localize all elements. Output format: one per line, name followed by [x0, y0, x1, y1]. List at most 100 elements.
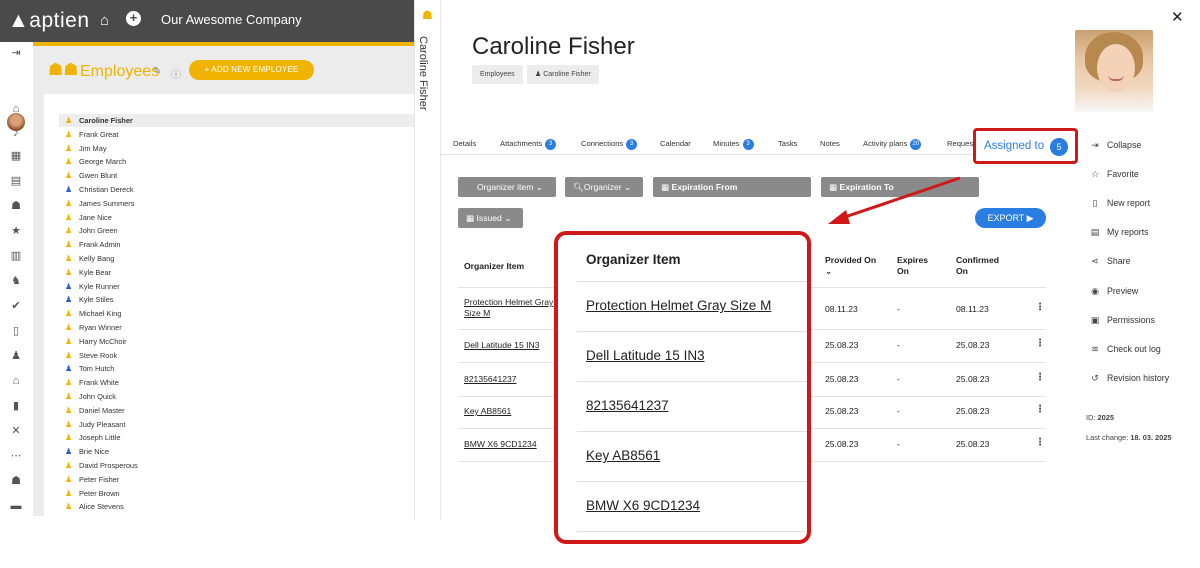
tab-calendar[interactable]: Calendar [660, 139, 691, 148]
menu-permissions[interactable]: ▣ Permissions [1089, 313, 1155, 327]
list-item[interactable]: ♟ Alice Stevens [59, 500, 414, 513]
list-item[interactable]: ♟ Harry McChoir [59, 335, 414, 348]
list-item[interactable]: ♟ John Green [59, 224, 414, 237]
menu-favorite[interactable]: ☆ Favorite [1089, 167, 1139, 181]
team-icon[interactable]: ☗ [9, 474, 23, 488]
tab-attachments[interactable]: Attachments 3 [500, 139, 557, 150]
menu-revision-history[interactable]: ↺ Revision history [1089, 371, 1169, 385]
menu-preview[interactable]: ◉ Preview [1089, 284, 1138, 298]
organizer-item-filter[interactable]: Organizer item ⌄ [458, 177, 556, 197]
row-menu-icon[interactable]: ⋮ [1035, 372, 1045, 383]
table-cell-item[interactable]: BMW X6 9CD1234 [464, 439, 537, 450]
bell-icon[interactable]: ♪ [9, 126, 23, 140]
row-menu-icon[interactable]: ⋮ [1035, 338, 1045, 349]
list-item[interactable]: ♟ Frank Admin [59, 238, 414, 251]
zoom-item[interactable]: Dell Latitude 15 IN3 [586, 348, 705, 363]
list-item[interactable]: ♟ Kyle Runner [59, 280, 414, 293]
app-logo[interactable]: ▲aptien [8, 9, 90, 33]
list-item[interactable]: ♟ David Prosperous [59, 459, 414, 472]
tab-details[interactable]: Details [453, 139, 476, 148]
list-item[interactable]: ♟ Kelly Bang [59, 252, 414, 265]
person-icon[interactable]: ♟ [9, 349, 23, 363]
books-icon[interactable]: ▮ [9, 399, 23, 413]
expiration-from-filter[interactable]: ▦ Expiration From [653, 177, 811, 197]
edit-icon[interactable]: ✎ [153, 66, 161, 77]
group-icon[interactable]: ☗ [9, 199, 23, 213]
briefcase-icon[interactable]: ▬ [9, 499, 23, 513]
table-cell-item[interactable]: Key AB8561 [464, 406, 511, 417]
list-item[interactable]: ♟ Frank Great [59, 128, 414, 141]
add-employee-button[interactable]: + ADD NEW EMPLOYEE [189, 60, 314, 80]
company-name[interactable]: Our Awesome Company [161, 12, 302, 27]
list-item[interactable]: ♟ Gwen Blunt [59, 169, 414, 182]
calendar-icon[interactable]: ▦ [9, 149, 23, 163]
list-item[interactable]: ♟ Judy Pleasant [59, 418, 414, 431]
tools-icon[interactable]: ✕ [9, 424, 23, 438]
table-cell-item[interactable]: Protection Helmet Gray Size M [464, 297, 559, 319]
dog-icon[interactable]: ♞ [9, 274, 23, 288]
tab-connections[interactable]: Connections 3 [581, 139, 638, 150]
tab-activity-plans[interactable]: Activity plans 20 [863, 139, 922, 150]
check-icon[interactable]: ✔ [9, 299, 23, 313]
list-item[interactable]: ♟ Peter Fisher [59, 473, 414, 486]
tab-requests[interactable]: Reques [947, 139, 973, 148]
vertical-tab[interactable]: ☗ Caroline Fisher [414, 0, 441, 520]
row-menu-icon[interactable]: ⋮ [1035, 302, 1045, 313]
organizer-filter[interactable]: 🔍︎Organizer ⌄ [565, 177, 643, 197]
list-item[interactable]: ♟ Steve Rook [59, 349, 414, 362]
file-icon[interactable]: ▯ [9, 324, 23, 338]
close-icon[interactable]: ✕ [1171, 8, 1184, 26]
list-item[interactable]: ♟ Ryan Winner [59, 321, 414, 334]
issued-filter[interactable]: ▦ Issued ⌄ [458, 208, 523, 228]
star-icon[interactable]: ★ [9, 224, 23, 238]
list-item[interactable]: ♟ Jane Nice [59, 211, 414, 224]
zoom-item[interactable]: Key AB8561 [586, 448, 660, 463]
apps-icon[interactable]: ⋯ [9, 449, 23, 463]
document-icon[interactable]: ▥ [9, 249, 23, 263]
menu-collapse[interactable]: ⇥ Collapse [1089, 138, 1141, 152]
list-item[interactable]: ♟ Peter Brown [59, 487, 414, 500]
tab-assigned-to[interactable]: Assigned to [984, 140, 1044, 152]
breadcrumb-person[interactable]: ♟ Caroline Fisher [527, 65, 599, 84]
list-item[interactable]: ♟ Daniel Master [59, 404, 414, 417]
zoom-item[interactable]: Protection Helmet Gray Size M [586, 298, 771, 313]
column-header-confirmed-on[interactable]: Confirmed On [956, 255, 1006, 277]
table-cell-item[interactable]: Dell Latitude 15 IN3 [464, 340, 539, 351]
home-icon[interactable]: ⌂ [9, 102, 23, 116]
expand-icon[interactable]: ⇥ [9, 46, 23, 60]
list-item[interactable]: ♟ Michael King [59, 307, 414, 320]
menu-share[interactable]: ⋖ Share [1089, 254, 1130, 268]
zoom-item[interactable]: BMW X6 9CD1234 [586, 498, 700, 513]
table-cell-item[interactable]: 82135641237 [464, 374, 517, 385]
tab-notes[interactable]: Notes [820, 139, 840, 148]
list-item[interactable]: ♟ Joseph Little [59, 431, 414, 444]
list-item[interactable]: ♟ Jim May [59, 142, 414, 155]
plus-circle-icon[interactable]: + [126, 11, 141, 26]
column-header-organizer-item[interactable]: Organizer Item [464, 261, 524, 272]
row-menu-icon[interactable]: ⋮ [1035, 404, 1045, 415]
list-item[interactable]: ♟ Kyle Stiles [59, 293, 414, 306]
list-item[interactable]: ♟ Frank White [59, 376, 414, 389]
menu-new-report[interactable]: ▯ New report [1089, 196, 1151, 210]
list-item[interactable]: ♟ Tom Hutch [59, 362, 414, 375]
export-button[interactable]: EXPORT ▶ [975, 208, 1046, 228]
menu-my-reports[interactable]: ▤ My reports [1089, 225, 1149, 239]
list-item[interactable]: ♟ Christian Dereck [59, 183, 414, 196]
list-item[interactable]: ♟ Kyle Bear [59, 266, 414, 279]
column-header-expires-on[interactable]: Expires On [897, 255, 937, 277]
list-item[interactable]: ♟ John Quick [59, 390, 414, 403]
list-item[interactable]: ♟ Caroline Fisher [59, 114, 414, 127]
building-icon[interactable]: ▤ [9, 174, 23, 188]
tab-minutes[interactable]: Minutes 3 [713, 139, 754, 150]
row-menu-icon[interactable]: ⋮ [1035, 437, 1045, 448]
breadcrumb-employees[interactable]: Employees [472, 65, 523, 84]
list-item[interactable]: ♟ George March [59, 155, 414, 168]
list-item[interactable]: ♟ James Summers [59, 197, 414, 210]
menu-check-out-log[interactable]: ≋ Check out log [1089, 342, 1161, 356]
info-icon[interactable]: ⓘ [171, 66, 181, 81]
home-icon[interactable]: ⌂ [100, 12, 109, 29]
tab-tasks[interactable]: Tasks [778, 139, 797, 148]
bank-icon[interactable]: ⌂ [9, 374, 23, 388]
list-item[interactable]: ♟ Brie Nice [59, 445, 414, 458]
column-header-provided-on[interactable]: Provided On ⌄ [825, 255, 885, 277]
